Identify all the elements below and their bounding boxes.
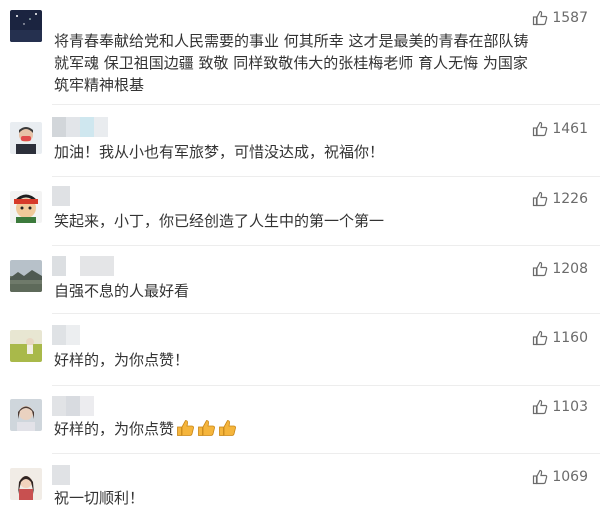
like-button[interactable]: 1461 [532,119,588,139]
like-button[interactable]: 1226 [532,189,588,209]
landscape-avatar[interactable] [10,260,42,292]
username-blurred[interactable] [52,465,70,485]
comment-text-content: 好样的，为你点赞 [54,420,175,438]
like-count: 1069 [552,469,588,485]
divider [52,385,600,386]
cartoon-character-avatar[interactable] [10,191,42,223]
like-button[interactable]: 1069 [532,467,588,487]
like-button[interactable]: 1160 [532,328,588,348]
like-count: 1587 [552,10,588,26]
comment-text: 自强不息的人最好看 [54,282,190,300]
username-blurred[interactable] [52,117,108,137]
username-blurred[interactable] [52,396,94,416]
like-count: 1226 [552,191,588,207]
girl-avatar[interactable] [10,468,42,500]
thumbs-up-icon [532,10,548,26]
thumbs-up-icon [532,261,548,277]
divider [52,453,600,454]
masked-person-avatar[interactable] [10,122,42,154]
comment-text: 加油！我从小也有军旅梦，可惜没达成，祝福你！ [54,143,385,161]
person-avatar[interactable] [10,399,42,431]
thumbs-up-emoji [197,419,216,437]
thumbs-up-icon [532,469,548,485]
thumbs-up-icon [532,330,548,346]
username-blurred[interactable] [52,186,70,206]
field-avatar[interactable] [10,330,42,362]
comment-text: 好样的，为你点赞 [54,418,530,440]
divider [52,104,600,105]
thumbs-up-emoji [218,419,237,437]
comment-text: 好样的，为你点赞！ [54,351,190,369]
like-button[interactable]: 1587 [532,8,588,28]
like-count: 1461 [552,121,588,137]
comment-text: 笑起来，小丁，你已经创造了人生中的第一个第一 [54,212,385,230]
thumbs-up-emoji [176,419,195,437]
comment-text: 将青春奉献给党和人民需要的事业 何其所幸 这才是最美的青春在部队铸就军魂 保卫祖… [54,32,529,94]
thumbs-up-icon [532,191,548,207]
divider [52,313,600,314]
comment-text: 祝一切顺利！ [54,489,145,507]
like-count: 1103 [552,399,588,415]
like-count: 1208 [552,261,588,277]
username-blurred[interactable] [52,256,114,276]
like-button[interactable]: 1208 [532,259,588,279]
like-button[interactable]: 1103 [532,397,588,417]
thumbs-up-icon [532,399,548,415]
thumbs-up-icon [532,121,548,137]
divider [52,245,600,246]
like-count: 1160 [552,330,588,346]
night-sky-avatar[interactable] [10,10,42,42]
username-blurred[interactable] [52,325,80,345]
divider [52,176,600,177]
